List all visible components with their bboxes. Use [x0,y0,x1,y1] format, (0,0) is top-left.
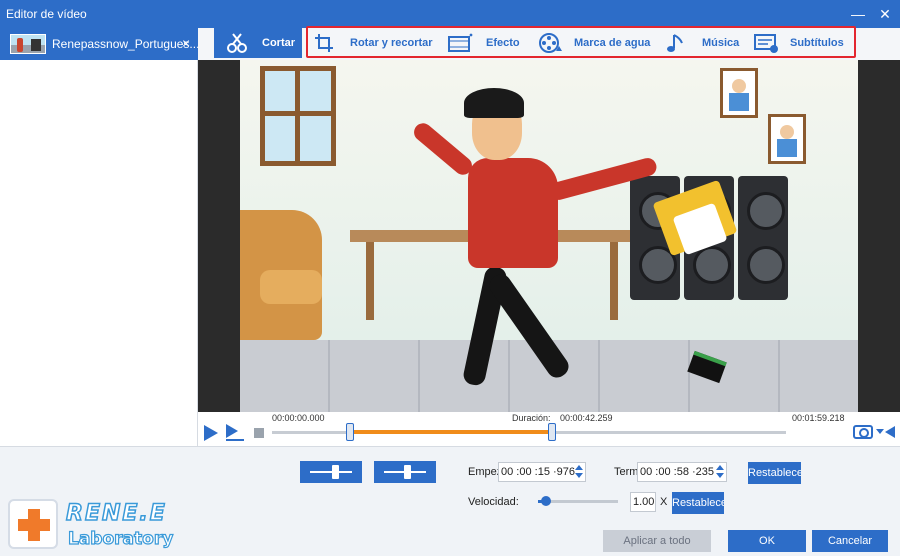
tab-efecto[interactable]: Efecto [448,28,528,58]
title-bar: Editor de vídeo — ✕ [0,0,900,28]
music-note-icon [667,34,683,52]
file-list-item[interactable]: Renepassnow_Portugues... × [0,28,200,60]
start-time-input[interactable]: 00 :00 :15 ·976 [498,462,586,482]
video-thumbnail [10,34,46,54]
reset-trim-button[interactable]: Restablecer [748,462,801,484]
decrement-icon[interactable] [716,473,724,478]
video-frame [240,60,858,412]
file-name: Renepassnow_Portugues... [52,37,200,51]
tab-cortar[interactable]: Cortar [214,28,302,58]
speed-unit: X [660,496,668,508]
scissors-icon [227,33,247,53]
logo-subtext: Laboratory [67,528,174,549]
set-end-button[interactable] [374,461,436,483]
speed-input[interactable]: 1.00 [630,492,656,512]
trim-end-handle[interactable] [548,423,557,441]
reset-speed-button[interactable]: Restablecer [672,492,724,514]
scene-portrait [720,68,758,118]
window-title: Editor de vídeo [6,7,87,21]
logo-text: RENE.E [65,500,167,527]
increment-icon[interactable] [575,465,583,470]
rene-e-logo: RENE.E Laboratory [8,499,178,551]
watermark-reel-icon [539,33,562,53]
tab-musica[interactable]: Música [666,28,740,58]
tab-rotar-recortar[interactable]: Rotar y recortar [312,28,436,58]
scene-speaker [738,176,788,300]
tab-label: Subtítulos [790,37,844,49]
timeline-selection [350,430,553,434]
set-start-button[interactable] [300,461,362,483]
tab-label: Música [702,37,740,49]
remove-file-icon[interactable]: × [182,35,190,51]
tab-marca-agua[interactable]: Marca de agua [538,28,654,58]
tab-label: Rotar y recortar [350,37,433,49]
subtitle-icon [754,34,778,53]
duration-label: Duración: [512,413,551,423]
trim-controls: Empez 00 :00 :15 ·976 Termi 00 :00 :58 ·… [0,446,900,556]
timeline-bar: 00:00:00.000 Duración: 00:00:42.259 00:0… [198,412,900,446]
timeline-end-time: 00:01:59.218 [792,413,845,423]
tab-label: Cortar [262,37,296,49]
scene-window [260,66,336,166]
stop-icon[interactable] [254,428,264,438]
play-icon[interactable] [204,425,218,441]
video-preview[interactable] [198,60,900,412]
timeline-start-time: 00:00:00.000 [272,413,325,423]
crop-rotate-icon [315,34,333,52]
effect-film-icon [448,33,473,52]
speed-slider-knob[interactable] [541,496,551,506]
close-icon[interactable]: ✕ [873,2,897,26]
scene-portrait [768,114,806,164]
camera-icon[interactable] [853,425,873,439]
volume-icon[interactable] [885,426,895,438]
end-time-input[interactable]: 00 :00 :58 ·235 [637,462,727,482]
minimize-icon[interactable]: — [846,2,870,26]
tab-subtitulos[interactable]: Subtítulos [754,28,850,58]
duration-value: 00:00:42.259 [560,413,613,423]
speed-label: Velocidad: [468,496,519,508]
tab-label: Efecto [486,37,520,49]
tab-label: Marca de agua [574,37,651,49]
increment-icon[interactable] [716,465,724,470]
logo-plus-icon [8,499,58,549]
decrement-icon[interactable] [575,473,583,478]
ok-button[interactable]: OK [728,530,806,552]
scene-sofa [240,210,322,340]
play-segment-icon[interactable] [226,424,244,442]
apply-to-all-button[interactable]: Aplicar a todo [603,530,711,552]
edit-toolbar: Cortar Rotar y recortar Efecto Marca de … [198,28,900,60]
trim-start-handle[interactable] [346,423,355,441]
chevron-down-icon[interactable] [876,429,884,434]
file-list-panel: Renepassnow_Portugues... × [0,28,200,446]
cancel-button[interactable]: Cancelar [812,530,888,552]
